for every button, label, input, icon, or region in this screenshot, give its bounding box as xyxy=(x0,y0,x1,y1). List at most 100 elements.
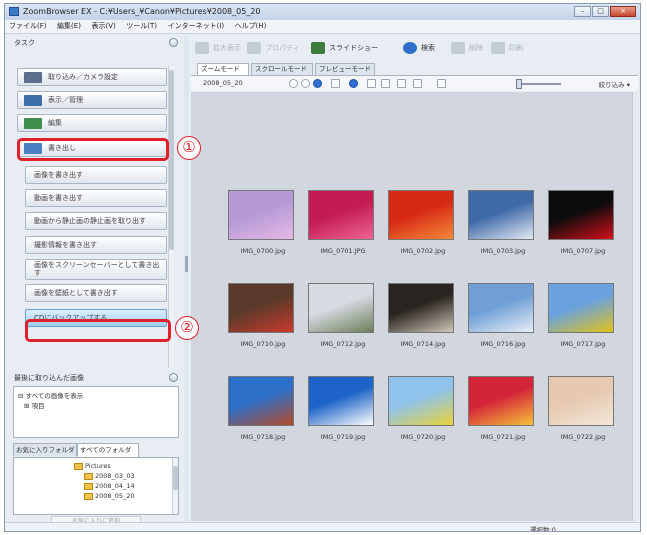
export-screensaver-button[interactable]: 画像をスクリーンセーバーとして書き出す xyxy=(25,259,167,280)
export-shooting-info-button[interactable]: 撮影情報を書き出す xyxy=(25,236,167,254)
task-view-manage-button[interactable]: 表示／管理 xyxy=(17,91,167,109)
scrollbar-thumb[interactable] xyxy=(173,466,178,490)
app-icon xyxy=(9,7,19,16)
thumbnail-size-slider[interactable] xyxy=(516,79,561,89)
thumbnail-item[interactable]: IMG_0722.jpg xyxy=(547,376,627,471)
export-images-button[interactable]: 画像を書き出す xyxy=(25,166,167,184)
thumbnail-item[interactable]: IMG_0710.jpg xyxy=(227,283,307,378)
photo-thumbnail[interactable] xyxy=(388,190,454,240)
scrollbar-thumb[interactable] xyxy=(169,70,174,250)
print-button[interactable]: 印刷 xyxy=(491,40,523,56)
maximize-button[interactable]: □ xyxy=(592,6,609,17)
thumbnail-item[interactable]: IMG_0703.jpg xyxy=(467,190,547,285)
collapse-icon[interactable] xyxy=(169,373,178,382)
slideshow-icon xyxy=(311,42,325,54)
panel-splitter[interactable] xyxy=(184,36,189,521)
extract-still-from-movie-button[interactable]: 動画から静止画の静止画を取り出す xyxy=(25,212,167,230)
menu-file[interactable]: ファイル(F) xyxy=(5,20,51,32)
refresh-icon[interactable] xyxy=(313,79,322,88)
thumbnail-item[interactable]: IMG_0721.jpg xyxy=(467,376,547,471)
zoom-in-icon[interactable] xyxy=(397,79,406,88)
tab-all-folders[interactable]: すべてのフォルダ xyxy=(77,443,139,457)
tree-folder-2008-05-20[interactable]: 2008_05_20 xyxy=(84,492,135,500)
filter-dropdown[interactable]: 絞り込み ▾ xyxy=(599,79,630,89)
annotation-marker-2: ② xyxy=(175,316,199,340)
thumbnail-item[interactable]: IMG_0700.jpg xyxy=(227,190,307,285)
title-bar: ZoomBrowser EX - C:¥Users_¥Canon¥Picture… xyxy=(5,4,640,21)
photo-thumbnail[interactable] xyxy=(468,376,534,426)
zoom-out-icon[interactable] xyxy=(413,79,422,88)
photo-thumbnail[interactable] xyxy=(468,190,534,240)
menu-edit[interactable]: 編集(E) xyxy=(53,20,85,32)
thumbnail-item[interactable]: IMG_0702.jpg xyxy=(387,190,467,285)
task-import-camera-button[interactable]: 取り込み／カメラ設定 xyxy=(17,68,167,86)
search-button[interactable]: 検索 xyxy=(403,40,435,56)
export-wallpaper-button[interactable]: 画像を壁紙として書き出す xyxy=(25,284,167,302)
tree-folder-pictures[interactable]: Pictures xyxy=(74,462,111,470)
photo-thumbnail[interactable] xyxy=(308,376,374,426)
delete-button[interactable]: 削除 xyxy=(451,40,483,56)
close-button[interactable]: × xyxy=(610,6,636,17)
photo-thumbnail[interactable] xyxy=(228,190,294,240)
photo-thumbnail[interactable] xyxy=(468,283,534,333)
thumbnail-item[interactable]: IMG_0707.jpg xyxy=(547,190,627,285)
menu-help[interactable]: ヘルプ(H) xyxy=(231,20,271,32)
thumbnail-scrollbar[interactable] xyxy=(632,92,638,521)
tree-folder-2008-03-03[interactable]: 2008_03_03 xyxy=(84,472,135,480)
fit-icon[interactable] xyxy=(437,79,446,88)
task-panel-title: タスク xyxy=(14,39,35,47)
recent-header: 最後に取り込んだ画像 xyxy=(14,374,84,382)
thumbnail-filename: IMG_0707.jpg xyxy=(560,247,606,255)
export-movie-button[interactable]: 動画を書き出す xyxy=(25,189,167,207)
menu-tools[interactable]: ツール(T) xyxy=(122,20,161,32)
photo-thumbnail[interactable] xyxy=(388,376,454,426)
menu-view[interactable]: 表示(V) xyxy=(87,20,119,32)
thumbnail-area: IMG_0700.jpg IMG_0701.JPG IMG_0702.jpg IMG_… xyxy=(191,92,632,521)
photo-thumbnail[interactable] xyxy=(228,376,294,426)
photo-thumbnail[interactable] xyxy=(388,283,454,333)
recent-item-all[interactable]: ⊟ すべての画像を表示 xyxy=(18,390,83,400)
tree-folder-2008-04-14[interactable]: 2008_04_14 xyxy=(84,482,135,490)
photo-thumbnail[interactable] xyxy=(548,190,614,240)
tab-scroll-mode[interactable]: スクロールモード xyxy=(251,63,313,75)
splitter-grip[interactable] xyxy=(185,256,188,272)
photo-thumbnail[interactable] xyxy=(548,376,614,426)
thumbnail-item[interactable]: IMG_0712.jpg xyxy=(307,283,387,378)
thumbnail-item[interactable]: IMG_0719.jpg xyxy=(307,376,387,471)
info-icon[interactable] xyxy=(349,79,358,88)
select-icon[interactable] xyxy=(367,79,376,88)
menu-internet[interactable]: インターネット(I) xyxy=(164,20,229,32)
back-icon[interactable] xyxy=(289,79,298,88)
zoom-view-icon xyxy=(195,42,209,54)
thumbnail-item[interactable]: IMG_0717.jpg xyxy=(547,283,627,378)
photo-thumbnail[interactable] xyxy=(308,190,374,240)
task-edit-button[interactable]: 編集 xyxy=(17,114,167,132)
zoom-view-button[interactable]: 拡大表示 xyxy=(195,40,241,56)
photo-thumbnail[interactable] xyxy=(308,283,374,333)
tab-zoom-mode[interactable]: ズームモード xyxy=(197,63,249,75)
rotate-icon[interactable] xyxy=(381,79,390,88)
camera-icon xyxy=(24,72,42,83)
slider-knob[interactable] xyxy=(516,79,522,89)
thumbnail-item[interactable]: IMG_0720.jpg xyxy=(387,376,467,471)
folder-tree: Pictures 2008_03_03 2008_04_14 2008_05_2… xyxy=(13,457,179,515)
sort-icon[interactable] xyxy=(331,79,340,88)
photo-thumbnail[interactable] xyxy=(228,283,294,333)
minimize-button[interactable]: – xyxy=(574,6,591,17)
properties-button[interactable]: プロパティ xyxy=(247,40,300,56)
thumbnail-filename: IMG_0700.jpg xyxy=(240,247,286,255)
recent-import-panel: 最後に取り込んだ画像 ⊟ すべての画像を表示 ⊞ 項目 xyxy=(11,372,181,440)
thumbnail-item[interactable]: IMG_0714.jpg xyxy=(387,283,467,378)
slideshow-button[interactable]: スライドショー xyxy=(311,40,378,56)
thumbnail-item[interactable]: IMG_0716.jpg xyxy=(467,283,547,378)
recent-item[interactable]: ⊞ 項目 xyxy=(24,400,45,410)
thumbnail-item[interactable]: IMG_0701.JPG xyxy=(307,190,387,285)
thumbnail-item[interactable]: IMG_0718.jpg xyxy=(227,376,307,471)
collapse-icon[interactable] xyxy=(169,38,178,47)
tab-preview-mode[interactable]: プレビューモード xyxy=(315,63,375,75)
selection-count: 選択数:0 xyxy=(530,526,556,532)
forward-icon[interactable] xyxy=(301,79,310,88)
tab-favorite-folders[interactable]: お気に入りフォルダ xyxy=(13,443,77,456)
photo-thumbnail[interactable] xyxy=(548,283,614,333)
folder-tree-scrollbar[interactable] xyxy=(172,458,178,514)
